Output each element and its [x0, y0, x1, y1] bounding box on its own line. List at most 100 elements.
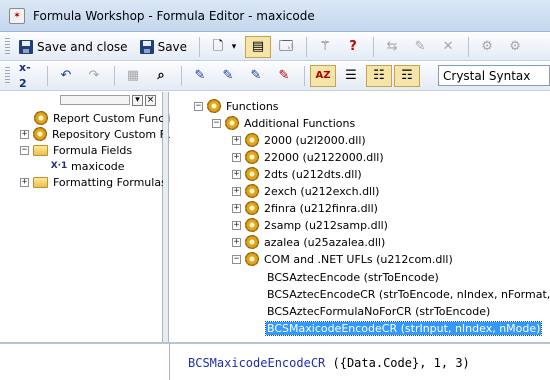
tree-leaf-function[interactable]: BCSAztecEncodeCR (strToEncode, nIndex, n…	[266, 286, 550, 302]
toolbar-separator	[199, 36, 201, 57]
tree-item-formatting-formulas[interactable]: + Formatting Formulas	[20, 174, 168, 190]
tree-node-dll[interactable]: + 2dts (u212dts.dll)	[232, 166, 363, 182]
browse-data-button[interactable]: ▦	[120, 65, 146, 87]
gear-icon	[225, 116, 239, 130]
redo-button[interactable]: ↷	[81, 65, 107, 87]
folder-icon	[33, 176, 48, 188]
folder-icon	[33, 144, 48, 156]
save-button[interactable]: Save	[135, 36, 192, 58]
collapse-icon[interactable]: −	[232, 254, 241, 264]
function-tree-button[interactable]: ☷	[366, 65, 392, 87]
tree-leaf-function-selected[interactable]: BCSMaxicodeEncodeCR (strInput, nIndex, n…	[264, 320, 543, 336]
rename-icon: ⇆	[386, 38, 398, 54]
workshop-tree-header: ▾ ×	[0, 92, 162, 108]
pane-dropdown-button[interactable]: ▾	[132, 94, 143, 106]
formula-icon: X·1	[50, 161, 68, 171]
expand-icon[interactable]: +	[20, 129, 29, 139]
field-tree-icon: ☰	[345, 68, 357, 83]
repository-icon: ⚙	[481, 38, 493, 54]
tree-node-functions[interactable]: − Functions	[194, 98, 280, 114]
expand-icon[interactable]: +	[232, 186, 241, 196]
add-to-repository-button[interactable]: ⚙	[474, 36, 500, 58]
tree-node-dll[interactable]: + 2finra (u212finra.dll)	[232, 200, 379, 216]
next-bookmark-button[interactable]: ✎	[215, 65, 241, 87]
delete-button[interactable]: ✕	[435, 36, 461, 58]
save-and-close-button[interactable]: Save and close	[14, 36, 133, 58]
gear-icon	[207, 99, 221, 113]
tree-node-dll[interactable]: + 22000 (u2122000.dll)	[232, 149, 385, 165]
gear-icon	[245, 150, 259, 164]
operator-tree-button[interactable]: ☶	[394, 65, 420, 87]
expand-icon[interactable]: +	[232, 203, 241, 213]
gear-icon	[34, 111, 48, 125]
gear-icon	[245, 252, 259, 266]
workshop-tree-pane: ▾ × Report Custom Functi + Repository Cu…	[0, 92, 172, 342]
tree-toggle-icon: ▤	[251, 38, 265, 54]
binoculars-icon: ⌕	[157, 68, 165, 83]
tree-node-dll[interactable]: + 2exch (u212exch.dll)	[232, 183, 380, 199]
edit-button[interactable]: ✎	[407, 36, 433, 58]
disconnect-icon: ⚙	[509, 38, 521, 54]
find-button[interactable]: ⌕	[148, 65, 174, 87]
pane-splitter[interactable]	[163, 92, 169, 342]
tree-item-maxicode[interactable]: X·1 maxicode	[50, 158, 126, 174]
toolbar-separator	[373, 36, 375, 57]
main-toolbar: Save and close Save 🗋 ▾ ▤ 🗔 ⚚ ? ⇆ ✎ ✕ ⚙ ⚙	[0, 33, 550, 61]
formula-function-name: BCSMaxicodeEncodeCR	[188, 356, 326, 370]
tree-item-report-custom-functions[interactable]: Report Custom Functi	[34, 110, 173, 126]
toolbar-grip[interactable]	[5, 67, 10, 85]
toolbar-separator	[114, 66, 115, 86]
gear-icon	[245, 184, 259, 198]
tree-node-dll[interactable]: + 2000 (u2l2000.dll)	[232, 132, 367, 148]
sort-button[interactable]: AZ	[310, 65, 336, 87]
expand-icon[interactable]: +	[20, 177, 29, 187]
expand-icon[interactable]: +	[232, 220, 241, 230]
browse-icon: ▦	[126, 68, 140, 83]
expand-icon[interactable]: +	[232, 237, 241, 247]
repository-disconnect-button[interactable]: ⚙	[502, 36, 528, 58]
expert-button[interactable]: ⚚	[312, 36, 338, 58]
tree-leaf-function[interactable]: BCSAztecFormulaNoForCR (strToEncode)	[266, 303, 491, 319]
clear-bookmarks-button[interactable]: ✎	[271, 65, 297, 87]
window-title: Formula Workshop - Formula Editor - maxi…	[33, 8, 315, 23]
toolbar-separator	[306, 36, 308, 57]
pane-close-button[interactable]: ×	[145, 94, 156, 106]
collapse-icon[interactable]: −	[20, 145, 29, 155]
gear-icon	[245, 235, 259, 249]
pane-scrollbar[interactable]	[60, 95, 130, 105]
tree-node-additional-functions[interactable]: − Additional Functions	[212, 115, 356, 131]
sort-az-icon: AZ	[315, 70, 331, 81]
field-tree-button[interactable]: ☰	[338, 65, 364, 87]
expand-icon[interactable]: +	[232, 135, 241, 145]
tree-leaf-function[interactable]: BCSAztecEncode (strToEncode)	[266, 269, 440, 285]
tree-node-dll[interactable]: − COM and .NET UFLs (u212com.dll)	[232, 251, 454, 267]
properties-button[interactable]: 🗔	[273, 36, 299, 58]
check-syntax-button[interactable]: x-2	[14, 61, 40, 90]
toolbar-grip[interactable]	[5, 37, 10, 56]
tree-node-dll[interactable]: + azalea (u25azalea.dll)	[232, 234, 386, 250]
next-bookmark-icon: ✎	[222, 68, 234, 83]
save-icon	[19, 39, 33, 54]
collapse-icon[interactable]: −	[194, 101, 203, 111]
rename-button[interactable]: ⇆	[379, 36, 405, 58]
chevron-down-icon: ▾	[231, 41, 237, 52]
syntax-select[interactable]: Crystal Syntax	[438, 65, 550, 86]
tree-node-dll[interactable]: + 2samp (u212samp.dll)	[232, 217, 389, 233]
expand-icon[interactable]: +	[232, 152, 241, 162]
previous-bookmark-button[interactable]: ✎	[243, 65, 269, 87]
left-bottom-area	[0, 342, 170, 380]
help-button[interactable]: ?	[340, 36, 366, 58]
collapse-icon[interactable]: −	[212, 118, 221, 128]
toggle-tree-button[interactable]: ▤	[245, 35, 272, 58]
new-button[interactable]: 🗋 ▾	[205, 36, 243, 58]
undo-button[interactable]: ↶	[53, 65, 79, 87]
bookmark-icon: ✎	[194, 68, 206, 83]
save-icon	[139, 39, 154, 54]
function-tree-pane: − Functions − Additional Functions + 200…	[170, 92, 550, 342]
tree-item-formula-fields[interactable]: − Formula Fields	[20, 142, 133, 158]
expand-icon[interactable]: +	[232, 169, 241, 179]
bookmark-button[interactable]: ✎	[187, 65, 213, 87]
tree-item-repository-custom-functions[interactable]: + Repository Custom Fu	[20, 126, 173, 142]
properties-icon: 🗔	[279, 38, 294, 54]
formula-text-editor[interactable]: BCSMaxicodeEncodeCR ({Data.Code}, 1, 3)	[170, 342, 550, 380]
